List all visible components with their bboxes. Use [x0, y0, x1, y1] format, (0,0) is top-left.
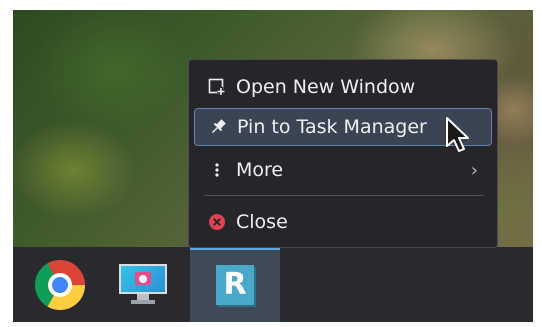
- menu-item-open-new-window[interactable]: Open New Window: [194, 68, 492, 106]
- taskbar-item-chrome[interactable]: [15, 247, 105, 322]
- r-app-icon: R: [216, 264, 254, 305]
- chevron-right-icon: ›: [470, 160, 478, 181]
- taskbar-item-screenshot[interactable]: [98, 247, 188, 322]
- menu-item-close[interactable]: Close: [194, 203, 492, 241]
- new-window-icon: [200, 78, 234, 96]
- menu-separator: [204, 195, 484, 196]
- more-vertical-icon: [200, 161, 234, 179]
- menu-item-label: Pin to Task Manager: [237, 116, 427, 138]
- menu-item-label: Open New Window: [236, 76, 416, 98]
- taskbar: R: [13, 247, 533, 322]
- menu-item-label: More: [236, 159, 284, 181]
- close-icon: [200, 213, 234, 231]
- chrome-icon: [35, 259, 85, 310]
- taskbar-item-r-app[interactable]: R: [190, 247, 280, 322]
- pin-icon: [201, 118, 235, 136]
- desktop: R Open New Window Pin to Task Manager Mo…: [13, 10, 533, 322]
- menu-item-label: Close: [236, 211, 288, 233]
- mouse-cursor-icon: [446, 117, 469, 152]
- screenshot-tool-icon: [119, 263, 167, 306]
- menu-item-more[interactable]: More ›: [194, 151, 492, 189]
